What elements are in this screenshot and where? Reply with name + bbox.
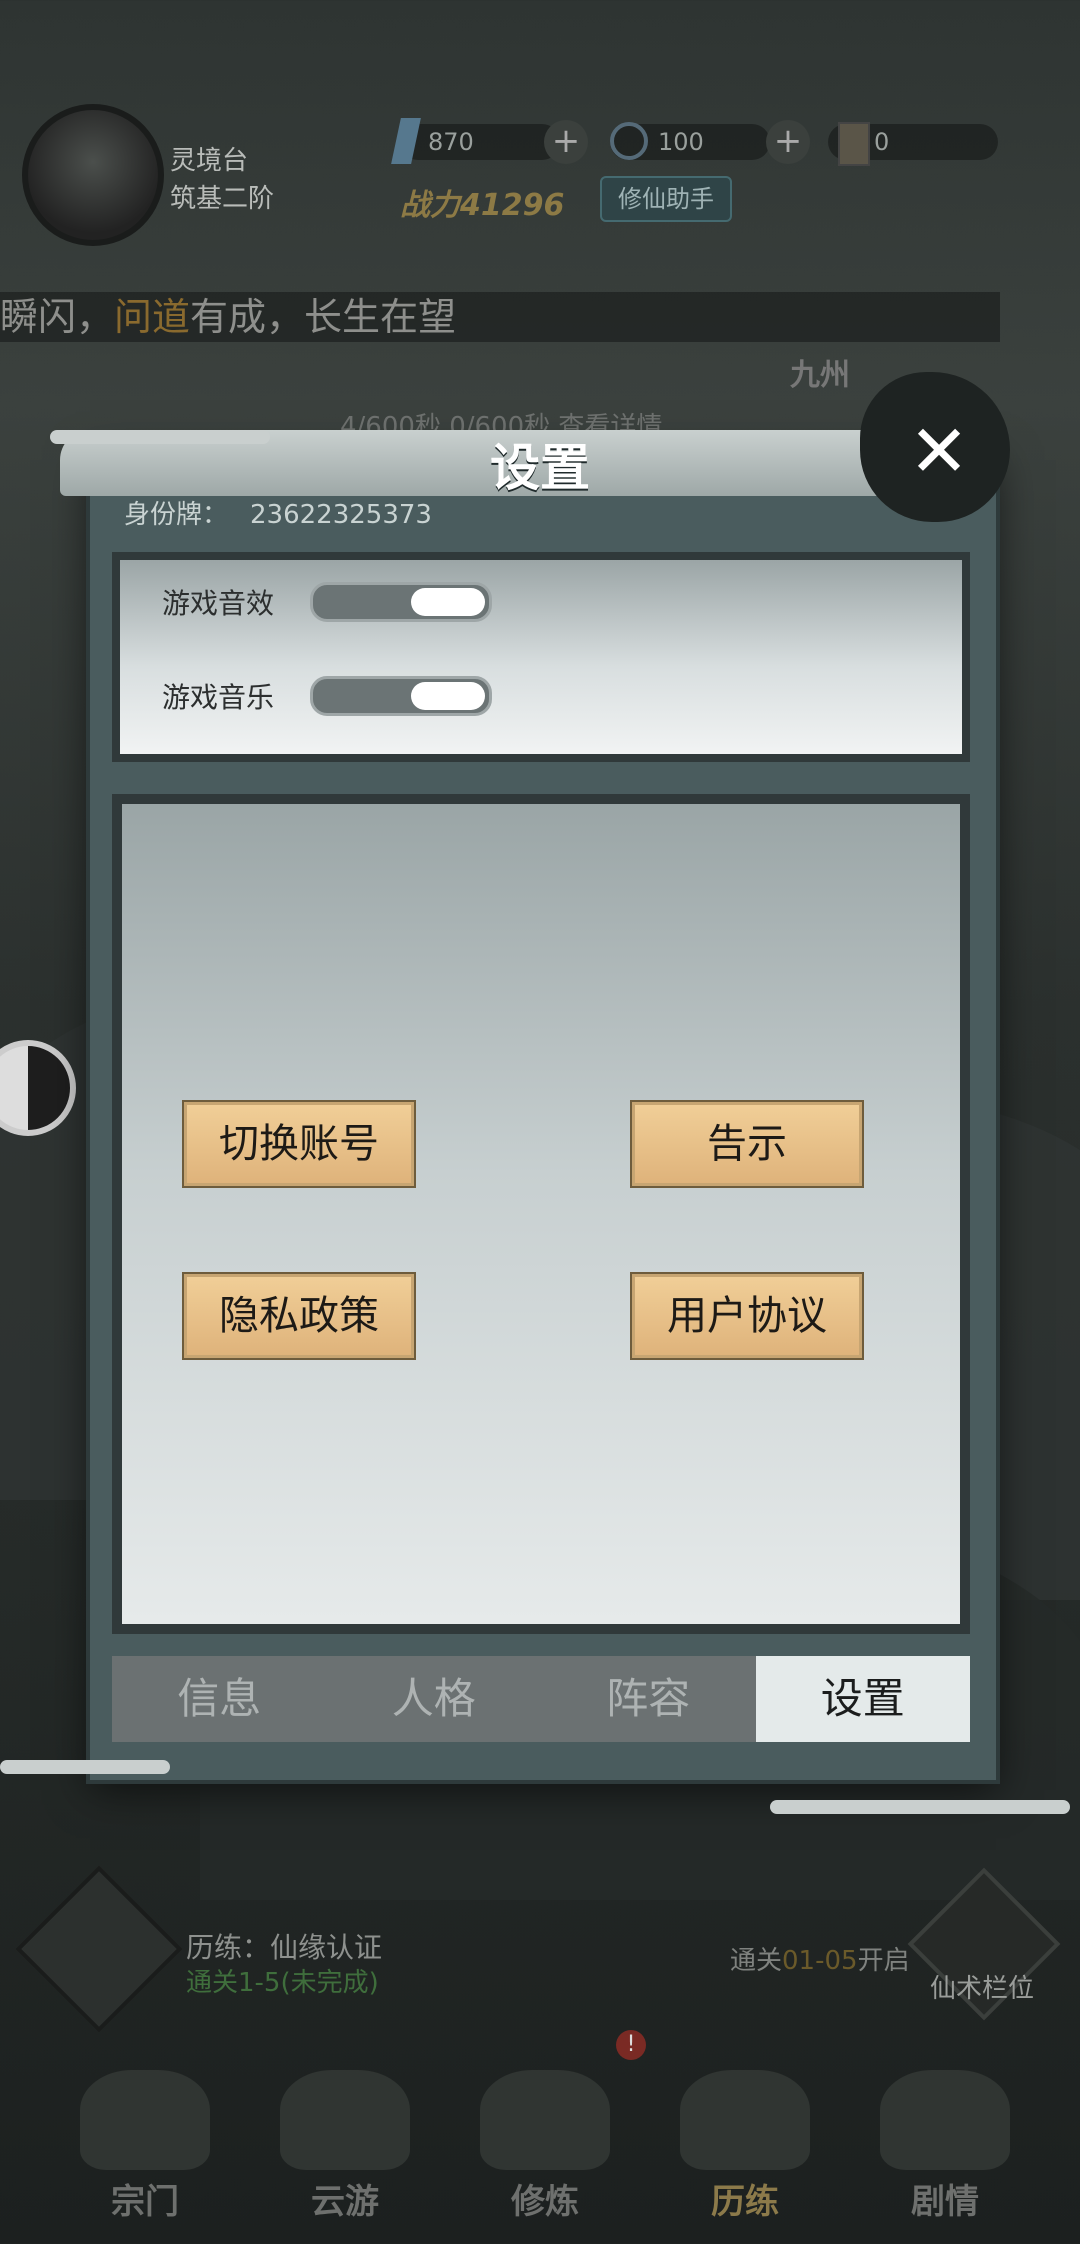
nav-label: 修炼 (511, 2182, 579, 2222)
nav-label: 宗门 (111, 2182, 179, 2222)
player-rank: 筑基二阶 (170, 184, 275, 214)
cloud-icon (280, 2070, 410, 2170)
switch-account-button[interactable]: 切换账号 (182, 1100, 416, 1188)
quest-title: 历练：仙缘认证 (186, 1931, 383, 1964)
cultivation-assistant-button[interactable]: 修仙助手 (600, 176, 732, 222)
music-toggle[interactable] (310, 676, 492, 716)
ticket-count: 0 (874, 128, 890, 156)
alert-badge: ! (616, 2030, 646, 2060)
id-row: 身份牌： 23622325373 (124, 494, 454, 531)
cloud-decoration (0, 1760, 170, 1774)
quest-unlock-text: 通关01-05开启 (730, 1940, 910, 1977)
add-stamina-button[interactable]: + (766, 120, 810, 164)
options-panel: 切换账号 告示 隐私政策 用户协议 (112, 794, 970, 1634)
notice-button[interactable]: 告示 (630, 1100, 864, 1188)
stamina-icon (610, 122, 648, 160)
unlock-suffix: 开启 (857, 1946, 910, 1976)
crystal-count: 870 (428, 128, 474, 156)
music-label: 游戏音乐 (162, 681, 275, 714)
sound-effect-label: 游戏音效 (162, 587, 275, 620)
marquee-text-2: 有成，长生在望 (190, 295, 457, 339)
stamina-count: 100 (658, 128, 704, 156)
unlock-level: 01-05 (782, 1946, 858, 1976)
scroll-icon (680, 2070, 810, 2170)
nav-label: 剧情 (911, 2182, 979, 2222)
unlock-prefix: 通关 (730, 1946, 783, 1976)
tab-lineup[interactable]: 阵容 (541, 1656, 756, 1742)
dialog-title: 设置 (490, 438, 590, 497)
gourd-icon (480, 2070, 610, 2170)
spell-slot-label: 仙术栏位 (930, 1974, 1035, 2004)
toggle-knob (411, 588, 485, 616)
nav-story[interactable]: 剧情 (870, 2070, 1020, 2222)
tab-settings[interactable]: 设置 (755, 1656, 970, 1742)
nav-sect[interactable]: 宗门 (70, 2070, 220, 2222)
combat-power: 战力41296 (400, 188, 565, 223)
nav-travel[interactable]: 云游 (270, 2070, 420, 2222)
privacy-policy-button[interactable]: 隐私政策 (182, 1272, 416, 1360)
toggle-knob (411, 682, 485, 710)
marquee-highlight: 问道 (114, 295, 191, 339)
jiuzhou-label: 九州 (790, 358, 850, 393)
audio-settings-panel: 游戏音效 游戏音乐 (112, 552, 970, 762)
sound-effect-toggle[interactable] (310, 582, 492, 622)
id-value: 23622325373 (250, 500, 432, 530)
user-agreement-button[interactable]: 用户协议 (630, 1272, 864, 1360)
marquee-text-1: 瞬闪， (0, 295, 115, 339)
nav-cultivate[interactable]: 修炼 (470, 2070, 620, 2222)
nav-label: 历练 (711, 2182, 779, 2222)
crystal-bar (400, 124, 560, 160)
nav-label: 云游 (311, 2182, 379, 2222)
tab-personality[interactable]: 人格 (327, 1656, 542, 1742)
sect-icon (80, 2070, 210, 2170)
id-label: 身份牌： (124, 500, 229, 530)
ticket-icon (838, 122, 870, 166)
player-avatar[interactable] (22, 104, 164, 246)
quest-progress: 通关1-5(未完成) (186, 1968, 379, 1998)
story-icon (880, 2070, 1010, 2170)
player-name: 灵境台 (170, 146, 249, 176)
dialog-tabbar: 信息 人格 阵容 设置 (112, 1656, 970, 1742)
announcement-marquee: 瞬闪，问道有成，长生在望 (0, 292, 1000, 342)
tab-info[interactable]: 信息 (112, 1656, 327, 1742)
close-button[interactable]: ✕ (898, 410, 980, 492)
add-crystal-button[interactable]: + (544, 120, 588, 164)
cloud-decoration (50, 430, 270, 444)
nav-trial[interactable]: 历练 (670, 2070, 820, 2222)
cloud-decoration (770, 1800, 1070, 1814)
